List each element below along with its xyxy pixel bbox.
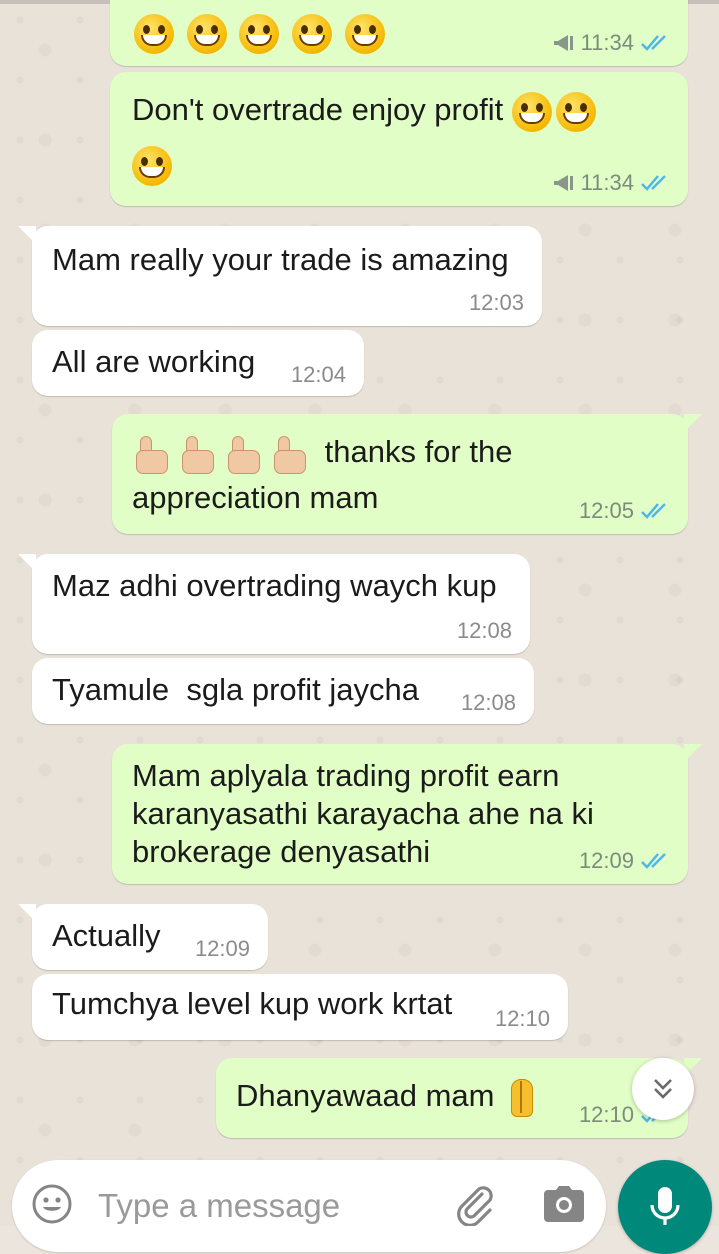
message-incoming[interactable]: Tumchya level kup work krtat 12:10 (32, 974, 568, 1040)
message-text-line: thanks for the (324, 434, 513, 469)
message-text-block: thanks for the (132, 430, 512, 474)
message-composer (12, 1160, 606, 1252)
message-meta: 12:08 (457, 618, 512, 644)
message-incoming[interactable]: Mam really your trade is amazing 12:03 (18, 226, 542, 326)
message-list[interactable]: 11:34 Don't overtrade enjoy profit 11:34… (0, 0, 719, 1226)
message-incoming[interactable]: Tyamule sgla profit jaycha 12:08 (32, 658, 534, 724)
message-meta: 12:04 (291, 362, 346, 388)
message-time: 12:08 (460, 690, 516, 715)
voice-record-button[interactable] (618, 1160, 712, 1254)
message-meta: 12:10 (495, 1006, 550, 1032)
message-meta: 12:05 (579, 498, 670, 524)
message-input[interactable] (96, 1180, 440, 1232)
read-ticks-icon (640, 174, 670, 192)
grinning-face-icon (291, 13, 332, 54)
message-text: Mam really your trade is amazing (52, 242, 509, 277)
message-meta: 12:09 (195, 936, 250, 962)
message-time: 12:03 (468, 290, 524, 315)
megaphone-icon (553, 35, 573, 51)
message-meta: 12:09 (579, 848, 670, 874)
message-text: Tumchya level kup work krtat (52, 986, 453, 1021)
message-outgoing[interactable]: Mam aplyala trading profit earn karanyas… (112, 744, 702, 884)
message-outgoing[interactable]: Dhanyawaad mam 12:10 (216, 1058, 702, 1138)
message-meta: 12:03 (469, 290, 524, 316)
folded-hands-icon (502, 1077, 540, 1119)
message-time: 12:05 (578, 498, 634, 523)
grinning-face-icon (344, 13, 385, 54)
thumbs-up-icon (132, 434, 172, 474)
message-text: Dhanyawaad mam (236, 1078, 495, 1113)
message-text: Don't overtrade enjoy profit (132, 92, 504, 127)
message-time: 11:34 (580, 170, 634, 195)
message-meta: 12:08 (461, 690, 516, 716)
camera-icon[interactable] (542, 1184, 586, 1229)
message-text-block: Dhanyawaad mam (236, 1074, 540, 1119)
message-text-line: appreciation mam (132, 480, 379, 515)
grinning-face-icon (132, 145, 172, 186)
grinning-face-icon (555, 91, 596, 132)
grinning-face-icon (239, 13, 280, 54)
message-time: 12:09 (578, 848, 634, 873)
thumbs-up-icon (178, 434, 218, 474)
message-outgoing[interactable]: thanks for the appreciation mam 12:05 (112, 414, 702, 534)
scroll-to-bottom-button[interactable] (632, 1058, 694, 1120)
emoji-icon[interactable] (30, 1182, 74, 1231)
message-text-line: brokerage denyasathi (132, 834, 431, 869)
message-meta: 11:34 (553, 30, 670, 56)
message-meta: 11:34 (553, 170, 670, 196)
message-text: Actually (52, 918, 161, 953)
message-text-block: Don't overtrade enjoy profit (132, 88, 622, 132)
message-time: 12:08 (456, 618, 512, 643)
message-time: 12:09 (194, 936, 250, 961)
double-chevron-down-icon (654, 1079, 672, 1099)
message-incoming[interactable]: Maz adhi overtrading waych kup 12:08 (18, 554, 530, 654)
grinning-face-icon (134, 13, 174, 54)
message-time: 12:10 (494, 1006, 550, 1031)
grinning-face-icon (511, 91, 552, 132)
emoji-row (134, 10, 389, 54)
megaphone-icon (553, 175, 573, 191)
thumbs-up-icon (224, 434, 264, 474)
message-incoming[interactable]: All are working 12:04 (32, 330, 364, 396)
mic-icon (650, 1187, 680, 1225)
message-incoming[interactable]: Actually 12:09 (18, 904, 268, 970)
message-text: Tyamule sgla profit jaycha (52, 672, 420, 707)
read-ticks-icon (640, 502, 670, 520)
read-ticks-icon (640, 34, 670, 52)
grinning-face-icon (186, 13, 227, 54)
message-time: 11:34 (580, 30, 634, 55)
read-ticks-icon (640, 852, 670, 870)
thumbs-up-icon (270, 434, 310, 474)
attach-icon[interactable] (452, 1182, 496, 1231)
message-outgoing[interactable]: Don't overtrade enjoy profit 11:34 (110, 72, 688, 206)
message-text: Maz adhi overtrading waych kup (52, 568, 497, 603)
message-text: All are working (52, 344, 256, 379)
message-time: 12:10 (578, 1102, 634, 1127)
message-outgoing[interactable]: 11:34 (110, 0, 688, 66)
message-time: 12:04 (290, 362, 346, 387)
